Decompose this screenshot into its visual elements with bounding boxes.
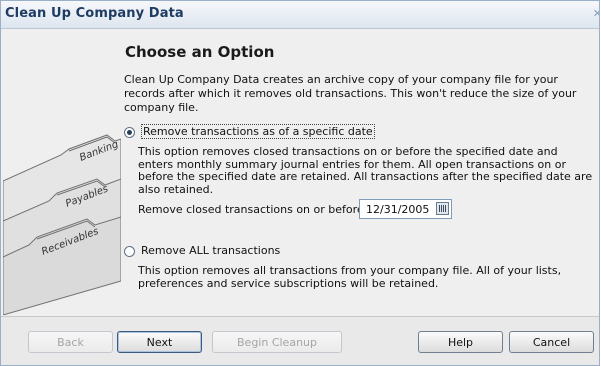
option-all-radio[interactable]	[124, 246, 135, 257]
option-date-label-text: Remove transactions as of a specific dat…	[141, 124, 375, 139]
option-all-label[interactable]: Remove ALL transactions	[141, 244, 280, 257]
begin-cleanup-button[interactable]: Begin Cleanup	[212, 331, 342, 353]
calendar-icon[interactable]	[436, 202, 449, 215]
option-date-radio[interactable]	[124, 127, 135, 138]
intro-text: Clean Up Company Data creates an archive…	[124, 73, 577, 114]
option-date-description: This option removes closed transactions …	[138, 145, 593, 196]
option-date-label[interactable]: Remove transactions as of a specific dat…	[141, 124, 375, 139]
window-title: Clean Up Company Data	[5, 6, 184, 21]
cancel-button[interactable]: Cancel	[509, 331, 594, 353]
page-title: Choose an Option	[125, 43, 275, 61]
content-area: Banking Payables Receivables Choose an O…	[1, 29, 599, 316]
button-bar: Back Next Begin Cleanup Help Cancel	[1, 316, 599, 365]
folder-tabs-graphic: Banking Payables Receivables	[3, 134, 121, 315]
cleanup-dialog: Clean Up Company Data ✕ Banking Payables	[0, 0, 600, 366]
title-bar[interactable]: Clean Up Company Data ✕	[1, 1, 599, 29]
back-button[interactable]: Back	[28, 331, 113, 353]
date-input[interactable]: 12/31/2005	[359, 199, 452, 219]
date-field-label: Remove closed transactions on or before	[138, 203, 364, 216]
date-input-value: 12/31/2005	[366, 203, 430, 216]
folder-illustration: Banking Payables Receivables	[3, 31, 121, 315]
next-button[interactable]: Next	[117, 331, 202, 353]
help-button[interactable]: Help	[418, 331, 503, 353]
option-all-description: This option removes all transactions fro…	[138, 264, 562, 290]
close-icon[interactable]: ✕	[593, 7, 599, 20]
